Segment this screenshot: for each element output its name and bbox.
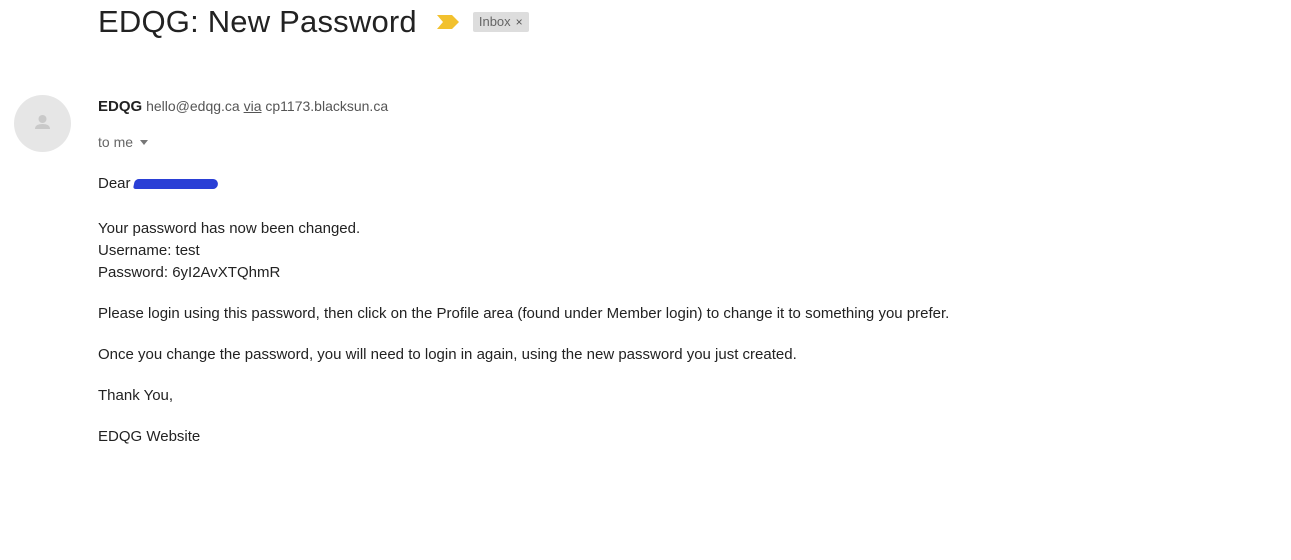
redaction-mark (132, 179, 219, 189)
person-icon (35, 115, 50, 129)
greeting-line: Dear (98, 173, 949, 195)
sender-avatar (14, 95, 71, 152)
sender-line: EDQG hello@edqg.ca via cp1173.blacksun.c… (98, 98, 388, 115)
via-link[interactable]: via (244, 98, 262, 114)
email-view: EDQG: New Password Inbox × EDQG hello@ed… (0, 0, 1291, 560)
inbox-label-text: Inbox (478, 14, 511, 29)
chevron-down-icon[interactable] (140, 139, 149, 145)
recipient-details-toggle[interactable]: to me (98, 134, 149, 150)
body-line-instructions: Please login using this password, then c… (98, 305, 950, 322)
body-closing: Thank You, (98, 387, 174, 404)
email-body: Dear Your password has now been changed.… (98, 173, 949, 448)
body-line-password: Password: 6yI2AvXTQhmR (98, 264, 281, 281)
importance-marker-icon[interactable] (435, 13, 461, 31)
via-host: cp1173.blacksun.ca (265, 98, 389, 114)
remove-label-icon[interactable]: × (516, 15, 523, 29)
greeting-text: Dear (98, 175, 131, 192)
body-line-changed: Your password has now been changed. (98, 220, 361, 237)
sender-email: hello@edqg.ca (146, 98, 240, 114)
body-line-relogin: Once you change the password, you will n… (98, 346, 797, 363)
email-subject: EDQG: New Password (98, 4, 417, 39)
subject-row: EDQG: New Password Inbox × (98, 4, 529, 40)
body-line-username: Username: test (98, 242, 200, 259)
inbox-label-chip[interactable]: Inbox × (472, 12, 529, 32)
body-signature: EDQG Website (98, 428, 201, 445)
recipient-text: to me (98, 134, 134, 150)
sender-name: EDQG (98, 98, 143, 115)
